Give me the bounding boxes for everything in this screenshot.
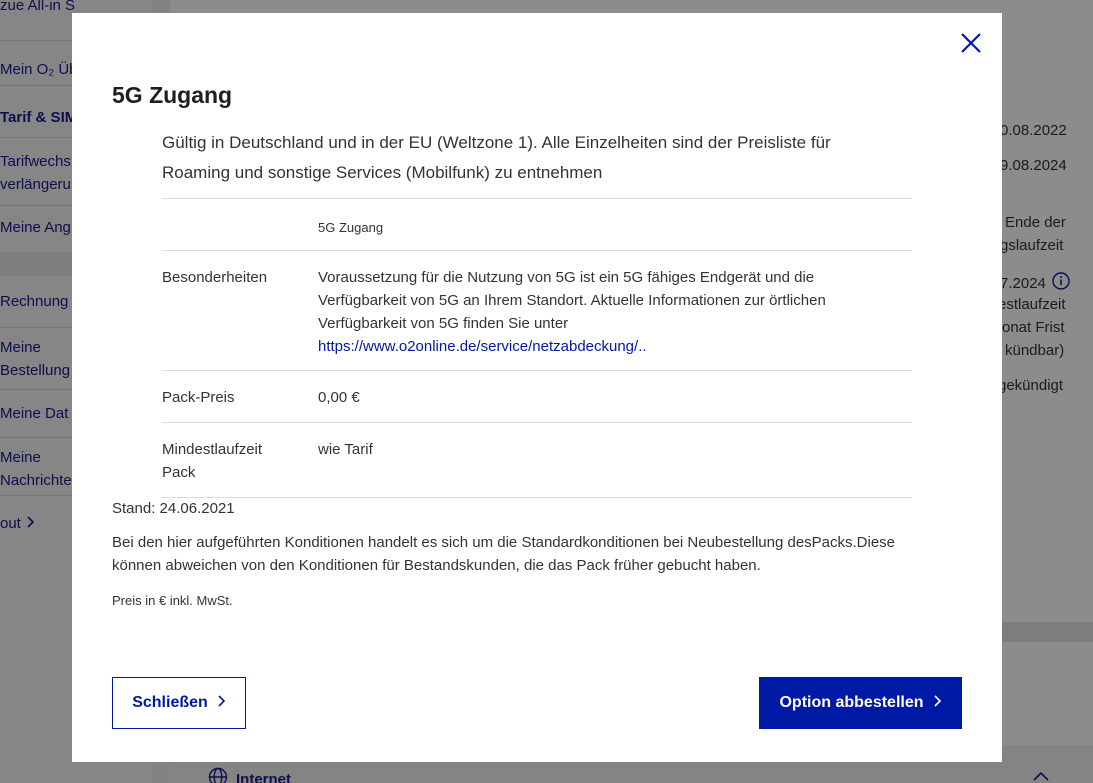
table-value-text: Voraussetzung für die Nutzung von 5G ist… [318,269,826,332]
conditions-note: Bei den hier aufgeführten Konditionen ha… [112,534,896,574]
close-button-label: Schließen [132,694,208,711]
table-value: 0,00 € [318,389,360,406]
table-header-value: 5G Zugang [318,220,384,235]
netzabdeckung-link[interactable]: https://www.o2online.de/service/netzabde… [318,338,647,355]
table-key: Besonderheiten [162,269,268,286]
table-row: Mindestlaufzeit Pack wie Tarif [162,423,912,498]
modal-intro-text: Gültig in Deutschland und in der EU (Wel… [162,133,831,182]
table-key [162,216,318,250]
table-value: wie Tarif [318,441,373,458]
table-key: Mindestlaufzeit Pack [162,441,263,481]
table-key: Pack-Preis [162,389,235,406]
cancel-option-button[interactable]: Option abbestellen [759,677,962,729]
table-row: Besonderheiten Voraussetzung für die Nut… [162,251,912,371]
chevron-right-icon [216,694,226,713]
table-row: Pack-Preis 0,00 € [162,371,912,423]
option-details-modal: 5G Zugang Gültig in Deutschland und in d… [72,13,1002,762]
close-icon[interactable] [958,30,984,56]
cancel-option-button-label: Option abbestellen [779,694,924,711]
table-value: Voraussetzung für die Nutzung von 5G ist… [318,266,912,370]
details-table: 5G Zugang Besonderheiten Voraussetzung f… [162,198,912,498]
modal-title: 5G Zugang [112,82,233,108]
chevron-right-icon [932,694,942,713]
table-header-row: 5G Zugang [162,199,912,251]
price-note: Preis in € inkl. MwSt. [112,593,233,608]
stand-date: Stand: 24.06.2021 [112,500,235,517]
close-button[interactable]: Schließen [112,677,246,729]
